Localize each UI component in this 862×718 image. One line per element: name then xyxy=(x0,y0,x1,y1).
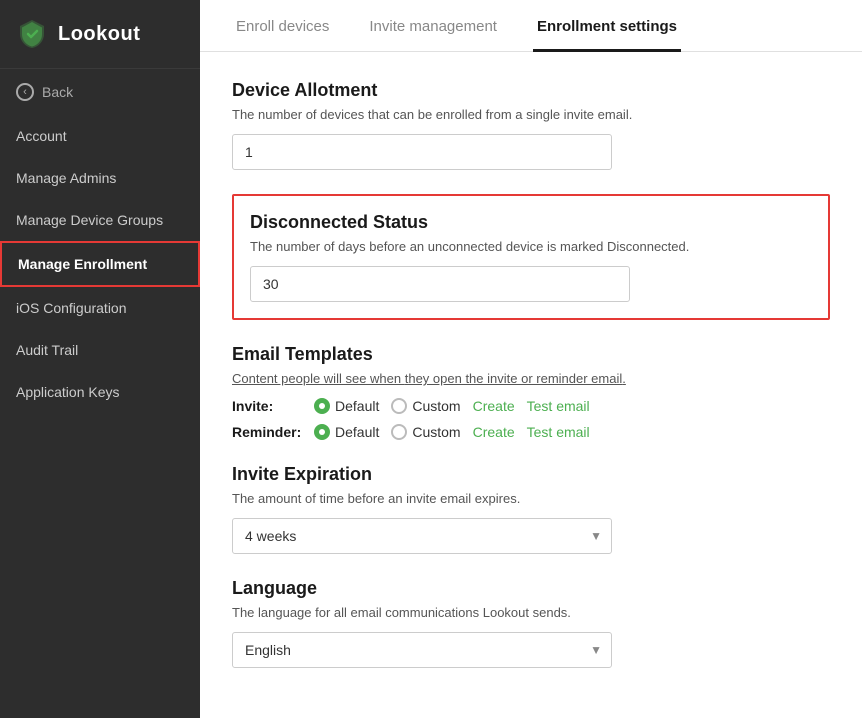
disconnected-status-section: Disconnected Status The number of days b… xyxy=(232,194,830,320)
device-allotment-section: Device Allotment The number of devices t… xyxy=(232,80,830,170)
reminder-create-link[interactable]: Create xyxy=(473,424,515,440)
email-templates-section: Email Templates Content people will see … xyxy=(232,344,830,440)
invite-custom-radio-indicator xyxy=(391,398,407,414)
sidebar-item-ios-configuration[interactable]: iOS Configuration xyxy=(0,287,200,329)
reminder-default-radio[interactable]: Default xyxy=(314,424,379,440)
email-invite-row: Invite: Default Custom Create Test email xyxy=(232,398,830,414)
disconnected-status-desc: The number of days before an unconnected… xyxy=(250,239,812,254)
reminder-custom-radio-indicator xyxy=(391,424,407,440)
sidebar-item-account[interactable]: Account xyxy=(0,115,200,157)
invite-custom-radio[interactable]: Custom xyxy=(391,398,460,414)
sidebar-item-manage-device-groups[interactable]: Manage Device Groups xyxy=(0,199,200,241)
sidebar-item-manage-admins[interactable]: Manage Admins xyxy=(0,157,200,199)
language-title: Language xyxy=(232,578,830,599)
email-reminder-row: Reminder: Default Custom Create Test ema… xyxy=(232,424,830,440)
language-dropdown-wrapper: English French German Spanish ▼ xyxy=(232,632,612,668)
app-name: Lookout xyxy=(58,23,140,46)
reminder-custom-label: Custom xyxy=(412,424,460,440)
language-section: Language The language for all email comm… xyxy=(232,578,830,668)
invite-expiration-title: Invite Expiration xyxy=(232,464,830,485)
invite-create-link[interactable]: Create xyxy=(473,398,515,414)
reminder-default-label: Default xyxy=(335,424,379,440)
main-content: Enroll devices Invite management Enrollm… xyxy=(200,0,862,718)
sidebar-item-audit-trail[interactable]: Audit Trail xyxy=(0,329,200,371)
tab-enroll-devices[interactable]: Enroll devices xyxy=(232,0,333,52)
reminder-custom-radio[interactable]: Custom xyxy=(391,424,460,440)
reminder-label: Reminder: xyxy=(232,424,302,440)
invite-default-radio-indicator xyxy=(314,398,330,414)
invite-custom-label: Custom xyxy=(412,398,460,414)
reminder-test-link[interactable]: Test email xyxy=(527,424,590,440)
invite-expiration-select[interactable]: 1 week 2 weeks 3 weeks 4 weeks 5 weeks 6… xyxy=(232,518,612,554)
app-logo: Lookout xyxy=(0,0,200,69)
disconnected-status-input[interactable] xyxy=(250,266,630,302)
reminder-default-radio-indicator xyxy=(314,424,330,440)
sidebar-item-manage-enrollment[interactable]: Manage Enrollment xyxy=(0,241,200,287)
tab-enrollment-settings[interactable]: Enrollment settings xyxy=(533,0,681,52)
language-select[interactable]: English French German Spanish xyxy=(232,632,612,668)
email-templates-desc: Content people will see when they open t… xyxy=(232,371,830,386)
invite-expiration-section: Invite Expiration The amount of time bef… xyxy=(232,464,830,554)
invite-expiration-dropdown-wrapper: 1 week 2 weeks 3 weeks 4 weeks 5 weeks 6… xyxy=(232,518,612,554)
sidebar: Lookout ‹ Back Account Manage Admins Man… xyxy=(0,0,200,718)
tab-invite-management[interactable]: Invite management xyxy=(365,0,501,52)
content-area: Device Allotment The number of devices t… xyxy=(200,52,862,718)
invite-expiration-desc: The amount of time before an invite emai… xyxy=(232,491,830,506)
invite-test-link[interactable]: Test email xyxy=(527,398,590,414)
sidebar-item-application-keys[interactable]: Application Keys xyxy=(0,371,200,413)
invite-default-label: Default xyxy=(335,398,379,414)
invite-label: Invite: xyxy=(232,398,302,414)
disconnected-status-title: Disconnected Status xyxy=(250,212,812,233)
device-allotment-title: Device Allotment xyxy=(232,80,830,101)
back-label: Back xyxy=(42,84,73,100)
device-allotment-input[interactable] xyxy=(232,134,612,170)
lookout-logo-icon xyxy=(16,18,48,50)
back-button[interactable]: ‹ Back xyxy=(0,69,200,115)
invite-default-radio[interactable]: Default xyxy=(314,398,379,414)
language-desc: The language for all email communication… xyxy=(232,605,830,620)
tab-bar: Enroll devices Invite management Enrollm… xyxy=(200,0,862,52)
email-templates-title: Email Templates xyxy=(232,344,830,365)
device-allotment-desc: The number of devices that can be enroll… xyxy=(232,107,830,122)
sidebar-nav: Account Manage Admins Manage Device Grou… xyxy=(0,115,200,413)
back-arrow-icon: ‹ xyxy=(16,83,34,101)
